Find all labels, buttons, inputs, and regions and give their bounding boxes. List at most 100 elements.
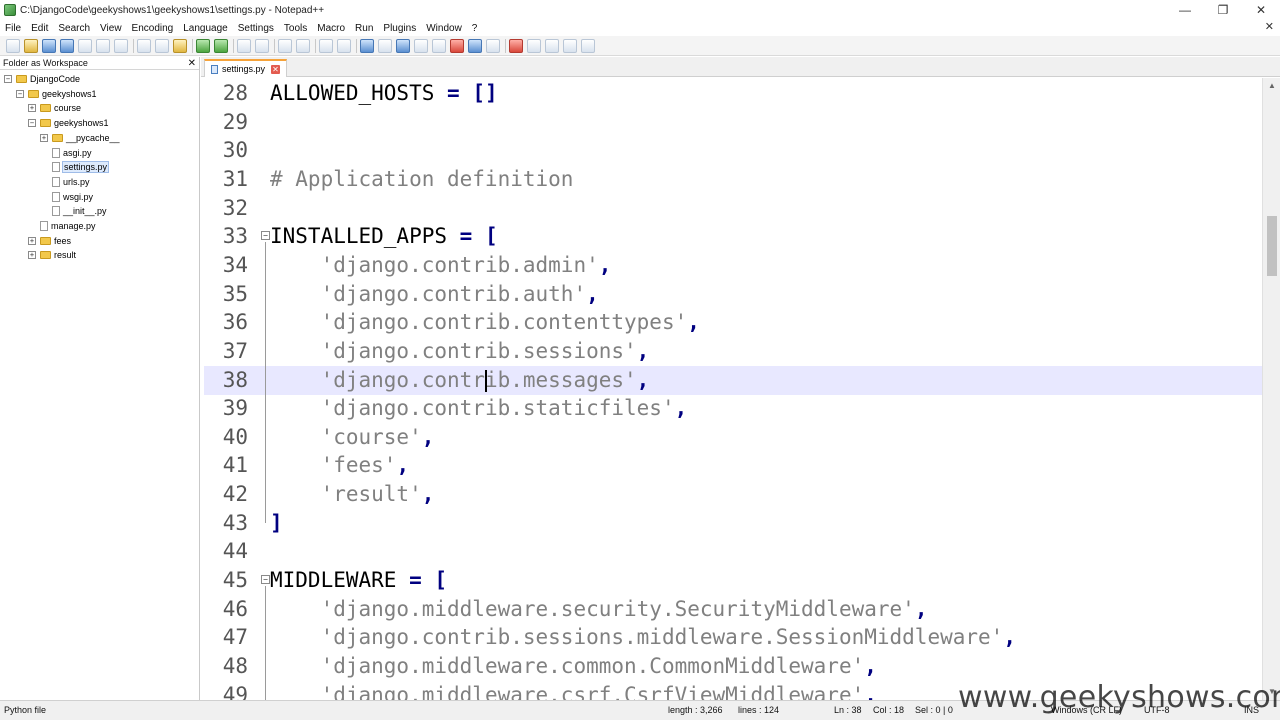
code-line[interactable]: 43] — [204, 509, 1262, 538]
tree-item-label: __pycache__ — [66, 132, 120, 143]
function-list-icon[interactable] — [450, 38, 464, 53]
menu-window[interactable]: Window — [421, 23, 467, 34]
save-icon[interactable] — [42, 38, 56, 53]
code-line[interactable]: 30 — [204, 136, 1262, 165]
code-line[interactable]: 44 — [204, 537, 1262, 566]
undo-icon[interactable] — [196, 38, 210, 53]
save-macro-icon[interactable] — [581, 38, 595, 53]
code-line[interactable]: 45 − MIDDLEWARE = [ — [204, 566, 1262, 595]
fold-toggle-icon[interactable]: − — [261, 575, 270, 585]
redo-icon[interactable] — [214, 38, 228, 53]
stop-recording-icon[interactable] — [527, 38, 541, 53]
copy-icon[interactable] — [155, 38, 169, 53]
playback-macro-icon[interactable] — [545, 38, 559, 53]
menu-tools[interactable]: Tools — [279, 23, 312, 34]
menu-macro[interactable]: Macro — [312, 23, 350, 34]
zoom-out-icon[interactable] — [296, 38, 310, 53]
code-line[interactable]: 48 'django.middleware.common.CommonMiddl… — [204, 652, 1262, 681]
code-line[interactable]: 32 — [204, 194, 1262, 223]
close-panel-icon[interactable]: ✕ — [188, 58, 196, 69]
sync-horizontal-icon[interactable] — [337, 38, 351, 53]
record-macro-icon[interactable] — [509, 38, 523, 53]
menu-encoding[interactable]: Encoding — [127, 23, 179, 34]
close-window-button[interactable]: ✕ — [1242, 0, 1280, 20]
fold-toggle-icon[interactable]: − — [261, 231, 270, 241]
close-document-icon[interactable]: ✕ — [1265, 20, 1274, 33]
language-udl-icon[interactable] — [414, 38, 428, 53]
code-line[interactable]: 29 — [204, 108, 1262, 137]
show-all-characters-icon[interactable] — [378, 38, 392, 53]
minimize-button[interactable]: — — [1166, 0, 1204, 20]
menu-settings[interactable]: Settings — [233, 23, 279, 34]
code-line[interactable]: 47 'django.contrib.sessions.middleware.S… — [204, 623, 1262, 652]
tree-item-result[interactable]: + result — [28, 248, 76, 262]
code-line[interactable]: 31 # Application definition — [204, 165, 1262, 194]
menu-help[interactable]: ? — [467, 23, 483, 34]
tree-item-urls-py[interactable]: urls.py — [52, 175, 90, 189]
code-line[interactable]: 38 'django.contrib.messages', — [204, 365, 1262, 395]
code-line[interactable]: 36 'django.contrib.contenttypes', — [204, 308, 1262, 337]
document-map-icon[interactable] — [432, 38, 446, 53]
code-line[interactable]: 46 'django.middleware.security.SecurityM… — [204, 595, 1262, 624]
restore-button[interactable]: ❐ — [1204, 0, 1242, 20]
code-editor[interactable]: 28 ALLOWED_HOSTS = [] 29 30 31 # Application … — [204, 78, 1262, 700]
code-line[interactable]: 40 'course', — [204, 423, 1262, 452]
tree-item-init-py[interactable]: __init__.py — [52, 204, 107, 218]
new-file-icon[interactable] — [6, 38, 20, 53]
zoom-in-icon[interactable] — [278, 38, 292, 53]
scrollbar-thumb[interactable] — [1267, 216, 1277, 276]
code-line[interactable]: 37 'django.contrib.sessions', — [204, 337, 1262, 366]
expand-icon[interactable]: + — [28, 251, 36, 260]
menu-plugins[interactable]: Plugins — [378, 23, 421, 34]
vertical-scrollbar[interactable]: ▲ ▼ — [1262, 78, 1280, 700]
menu-edit[interactable]: Edit — [26, 23, 53, 34]
find-icon[interactable] — [237, 38, 251, 53]
collapse-icon[interactable]: − — [16, 89, 24, 98]
code-line[interactable]: 34 'django.contrib.admin', — [204, 251, 1262, 280]
tab-settings-py[interactable]: settings.py ✕ — [204, 59, 288, 77]
open-file-icon[interactable] — [24, 38, 38, 53]
cut-icon[interactable] — [137, 38, 151, 53]
word-wrap-icon[interactable] — [360, 38, 374, 53]
code-line[interactable]: 35 'django.contrib.auth', — [204, 280, 1262, 309]
tree-item-course[interactable]: + course — [28, 101, 81, 115]
menu-run[interactable]: Run — [350, 23, 378, 34]
indent-guide-icon[interactable] — [396, 38, 410, 53]
code-line[interactable]: 39 'django.contrib.staticfiles', — [204, 394, 1262, 423]
expand-icon[interactable]: + — [40, 133, 48, 142]
replace-icon[interactable] — [255, 38, 269, 53]
code-line[interactable]: 28 ALLOWED_HOSTS = [] — [204, 79, 1262, 108]
tree-item-settings-py[interactable]: settings.py — [52, 160, 110, 174]
menu-view[interactable]: View — [95, 23, 127, 34]
scroll-up-icon[interactable]: ▲ — [1263, 78, 1280, 94]
token-default — [270, 310, 321, 334]
tree-item-djangocode[interactable]: − DjangoCode — [4, 72, 80, 86]
tree-item-fees[interactable]: + fees — [28, 234, 71, 248]
folder-workspace-icon[interactable] — [468, 38, 482, 53]
menu-language[interactable]: Language — [178, 23, 233, 34]
monitoring-icon[interactable] — [486, 38, 500, 53]
code-line[interactable]: 33 − INSTALLED_APPS = [ — [204, 222, 1262, 251]
sync-vertical-icon[interactable] — [319, 38, 333, 53]
close-all-icon[interactable] — [96, 38, 110, 53]
tree-item-pycache[interactable]: + __pycache__ — [40, 131, 120, 145]
collapse-icon[interactable]: − — [28, 119, 36, 128]
expand-icon[interactable]: + — [28, 104, 36, 113]
tree-item-geekyshows1[interactable]: − geekyshows1 — [16, 87, 97, 101]
menu-file[interactable]: File — [0, 23, 26, 34]
tree-item-asgi-py[interactable]: asgi.py — [52, 146, 92, 160]
paste-icon[interactable] — [173, 38, 187, 53]
save-all-icon[interactable] — [60, 38, 74, 53]
run-macro-multiple-icon[interactable] — [563, 38, 577, 53]
menu-search[interactable]: Search — [53, 23, 95, 34]
code-line[interactable]: 41 'fees', — [204, 451, 1262, 480]
tree-item-manage-py[interactable]: manage.py — [40, 219, 96, 233]
code-line[interactable]: 42 'result', — [204, 480, 1262, 509]
collapse-icon[interactable]: − — [4, 75, 12, 83]
tree-item-geekyshows1[interactable]: − geekyshows1 — [28, 116, 109, 130]
tree-item-wsgi-py[interactable]: wsgi.py — [52, 190, 93, 204]
expand-icon[interactable]: + — [28, 236, 36, 245]
close-file-icon[interactable] — [78, 38, 92, 53]
tab-close-icon[interactable]: ✕ — [271, 64, 281, 74]
print-icon[interactable] — [114, 38, 128, 53]
